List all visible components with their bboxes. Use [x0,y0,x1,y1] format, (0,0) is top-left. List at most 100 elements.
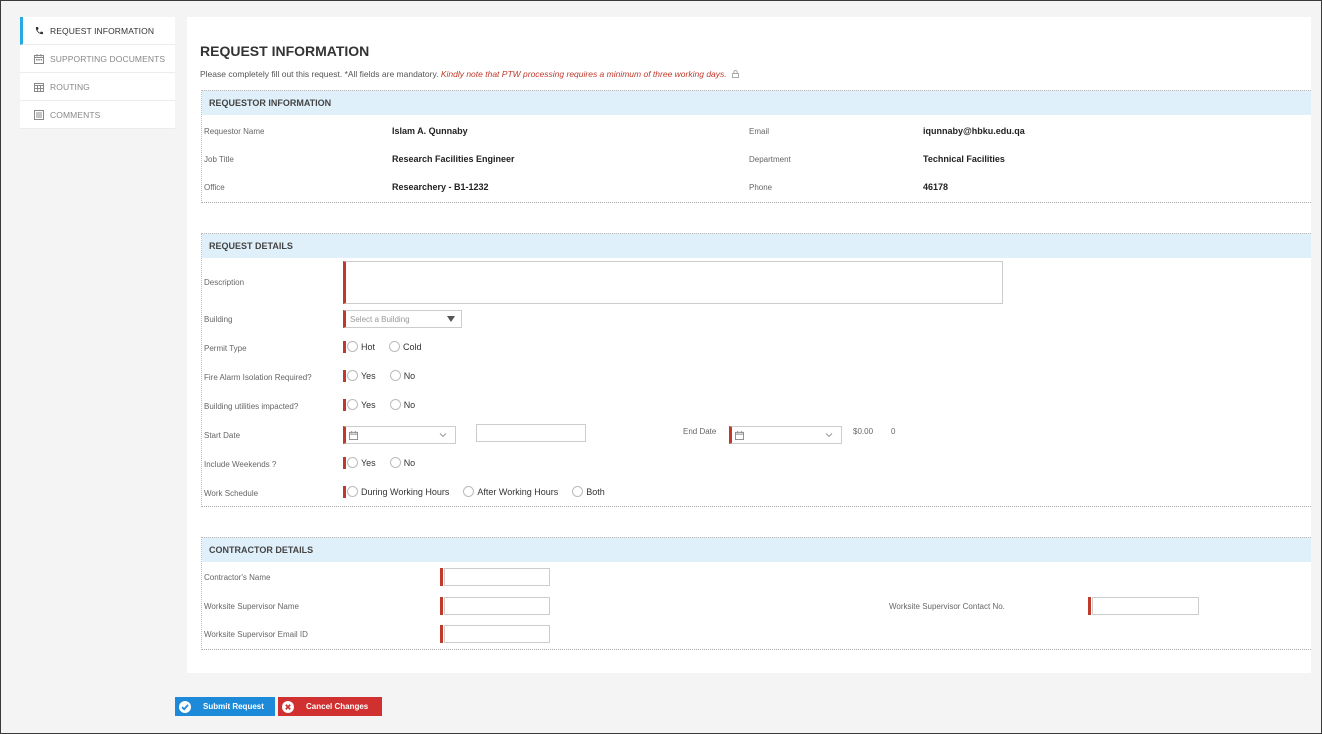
processing-note: Kindly note that PTW processing requires… [440,69,727,79]
radio-label: No [403,457,416,468]
supervisor-email-label: Worksite Supervisor Email ID [204,630,308,639]
end-date-label: End Date [683,427,717,436]
requestor-heading: REQUESTOR INFORMATION [202,90,1311,115]
page-title: REQUEST INFORMATION [200,43,370,59]
sidebar-item-label: ROUTING [50,81,90,92]
supervisor-email-input[interactable] [444,625,550,643]
weekends-radios: Yes No [347,457,429,468]
permit-type-label: Permit Type [204,344,247,353]
fire-alarm-radios: Yes No [347,370,429,381]
permit-hot-radio[interactable]: Hot [347,341,375,352]
supervisor-name-label: Worksite Supervisor Name [204,602,299,611]
required-marker [440,625,443,643]
weekends-no-radio[interactable]: No [389,457,416,468]
radio-label: Yes [361,399,376,410]
required-marker [1088,597,1091,615]
days-count: 0 [891,427,896,436]
sidebar-item-comments[interactable]: COMMENTS [20,101,175,129]
sidebar-item-label: REQUEST INFORMATION [50,25,155,36]
chevron-down-icon [825,433,833,438]
start-date-select[interactable] [343,426,456,444]
radio-label: Cold [403,341,422,352]
supervisor-name-input[interactable] [444,597,550,615]
close-circle-icon [282,700,294,713]
permit-type-radios: Hot Cold [347,341,436,352]
request-details-section: REQUEST DETAILS Description Building Sel… [201,233,1311,507]
radio-label: Yes [361,370,376,381]
calendar-icon [34,53,44,64]
utilities-no-radio[interactable]: No [389,399,416,410]
fire-alarm-no-radio[interactable]: No [389,370,415,381]
required-marker [343,457,346,469]
building-select[interactable]: Select a Building [343,310,462,328]
radio-circle [347,341,358,352]
schedule-both-radio[interactable]: Both [572,486,605,497]
radio-circle [347,399,358,410]
cost-value: $0.00 [853,427,874,436]
required-marker [440,568,443,586]
app-frame: REQUEST INFORMATION SUPPORTING DOCUMENTS… [0,0,1322,734]
work-schedule-label: Work Schedule [204,489,259,498]
office-label: Office [204,183,225,192]
contractor-name-label: Contractor's Name [204,573,271,582]
radio-label: During Working Hours [361,486,450,497]
submit-request-button[interactable]: Submit Request [175,697,275,716]
start-date-label: Start Date [204,431,241,440]
lock-icon [732,70,740,78]
radio-label: No [403,399,416,410]
job-title-value: Research Facilities Engineer [392,154,515,164]
main-panel: REQUEST INFORMATION Please completely fi… [187,17,1311,673]
intro-instructions: Please completely fill out this request.… [200,69,439,79]
schedule-during-hours-radio[interactable]: During Working Hours [347,486,449,497]
calendar-icon [349,431,358,440]
phone-icon [34,26,44,36]
contractor-heading: CONTRACTOR DETAILS [202,537,1311,562]
intro-text: Please completely fill out this request.… [200,69,740,79]
schedule-after-hours-radio[interactable]: After Working Hours [463,486,558,497]
requestor-name-label: Requestor Name [204,127,265,136]
sidebar-item-routing[interactable]: ROUTING [20,73,175,101]
sidebar-item-request-information[interactable]: REQUEST INFORMATION [20,17,175,45]
permit-cold-radio[interactable]: Cold [389,341,422,352]
cancel-changes-button[interactable]: Cancel Changes [278,697,382,716]
phone-value: 46178 [923,182,949,192]
supervisor-contact-label: Worksite Supervisor Contact No. [889,602,1005,611]
department-value: Technical Facilities [923,154,1005,164]
fire-alarm-yes-radio[interactable]: Yes [347,370,376,381]
sidebar-item-label: COMMENTS [50,109,101,120]
utilities-yes-radio[interactable]: Yes [347,399,376,410]
job-title-label: Job Title [204,155,234,164]
radio-circle [389,399,401,410]
radio-label: After Working Hours [477,486,559,497]
start-time-input[interactable] [476,424,586,442]
supervisor-contact-input[interactable] [1092,597,1199,615]
requestor-section: REQUESTOR INFORMATION Requestor Name Isl… [201,90,1311,203]
radio-circle [347,457,358,468]
building-placeholder: Select a Building [350,314,410,324]
radio-circle [389,341,401,352]
weekends-label: Include Weekends ? [204,460,277,469]
required-marker [343,399,346,411]
submit-label: Submit Request [203,702,264,711]
work-schedule-radios: During Working Hours After Working Hours… [347,486,619,497]
contractor-section: CONTRACTOR DETAILS Contractor's Name Wor… [201,537,1311,650]
utilities-radios: Yes No [347,399,429,410]
end-date-select[interactable] [729,426,842,444]
calendar-grid-icon [34,82,44,92]
radio-label: Both [586,486,605,497]
weekends-yes-radio[interactable]: Yes [347,457,376,468]
requestor-name: Islam A. Qunnaby [392,126,468,136]
utilities-label: Building utilities impacted? [204,402,299,411]
sidebar-item-supporting-documents[interactable]: SUPPORTING DOCUMENTS [20,45,175,73]
sidebar-item-label: SUPPORTING DOCUMENTS [50,53,166,64]
radio-circle [572,486,584,497]
radio-circle [463,486,475,497]
list-icon [34,109,44,120]
description-textarea[interactable] [343,261,1003,304]
sidebar: REQUEST INFORMATION SUPPORTING DOCUMENTS… [20,17,175,129]
office-value: Researchery - B1-1232 [392,182,489,192]
radio-label: Yes [361,457,376,468]
radio-circle [347,370,358,381]
contractor-name-input[interactable] [444,568,550,586]
required-marker [440,597,443,615]
